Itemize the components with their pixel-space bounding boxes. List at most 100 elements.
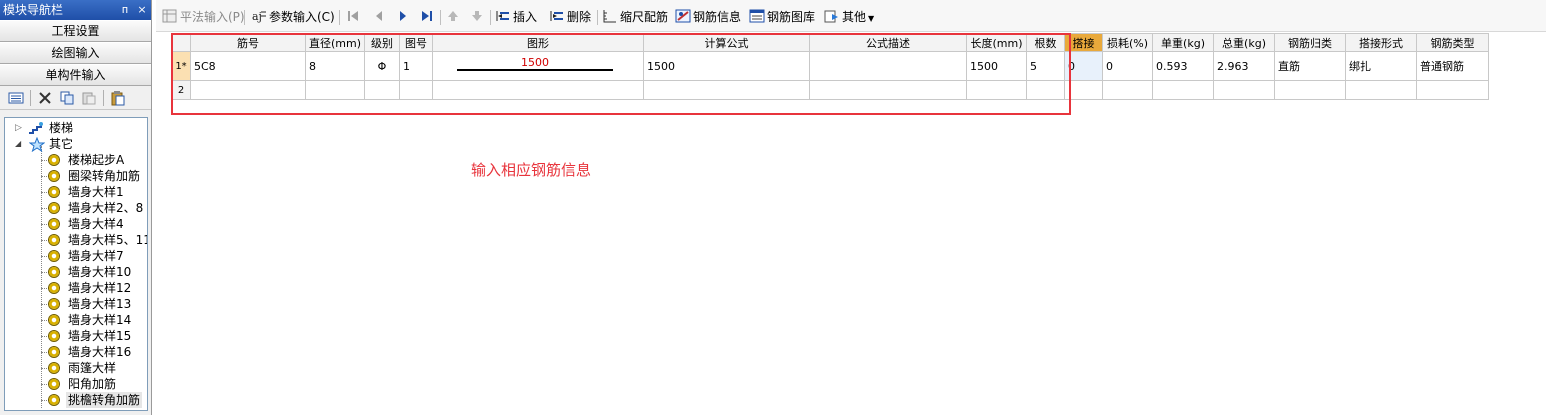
other-menu-button[interactable]: 其他 ▼ xyxy=(824,8,874,26)
col-header-tuxing[interactable]: 图形 xyxy=(432,33,645,52)
tree-item[interactable]: 楼梯起步A xyxy=(5,152,147,168)
col-header-gongshi[interactable]: 计算公式 xyxy=(643,33,811,52)
tree-item[interactable]: 墙身大样10 xyxy=(5,264,147,280)
tree-item[interactable]: 雨篷大样 xyxy=(5,360,147,376)
cell-gongshi[interactable] xyxy=(643,80,811,100)
nav-section-single-component-input[interactable]: 单构件输入 xyxy=(0,64,151,86)
col-header-dajie[interactable]: 搭接 xyxy=(1064,33,1104,52)
tree-item-label: 墙身大样4 xyxy=(68,217,124,231)
cell-changdu[interactable]: 1500 xyxy=(966,51,1028,81)
cell-miaoshu[interactable] xyxy=(809,51,968,81)
tree-item[interactable]: 墙身大样5、11 xyxy=(5,232,147,248)
col-header-zongzhong[interactable]: 总重(kg) xyxy=(1213,33,1276,52)
pin-icon[interactable]: ᴨ xyxy=(118,2,132,17)
col-header-jibie[interactable]: 级别 xyxy=(364,33,401,52)
delete-icon[interactable] xyxy=(37,90,53,106)
cell-jinhao[interactable]: 5C8 xyxy=(190,51,306,81)
cell-danzhong[interactable] xyxy=(1152,80,1215,100)
cell-tuxing[interactable]: 1500 xyxy=(432,51,645,81)
cell-changdu[interactable] xyxy=(966,80,1028,100)
cell-dajie[interactable]: 0 xyxy=(1064,51,1104,81)
tree-item-label: 墙身大样13 xyxy=(68,297,132,311)
cell-leixing[interactable] xyxy=(1416,80,1490,100)
first-record-icon[interactable] xyxy=(346,8,360,26)
tree-item[interactable]: 墙身大样7 xyxy=(5,248,147,264)
tree-item[interactable]: 阳角加筋 xyxy=(5,376,147,392)
table-row[interactable]: 1* 5C8 8 Φ 1 1500 1500 1500 5 0 0 0.593 … xyxy=(156,51,1490,81)
tree-item[interactable]: 墙身大样1 xyxy=(5,184,147,200)
cell-tuhao[interactable] xyxy=(399,80,434,100)
cell-jinhao[interactable] xyxy=(190,80,306,100)
cell-zongzhong[interactable] xyxy=(1213,80,1276,100)
pingfa-input-button[interactable]: 平法输入(P) xyxy=(162,8,245,26)
tree-group-stairs[interactable]: ▷ 楼梯 xyxy=(5,120,147,136)
col-header-danzhong[interactable]: 单重(kg) xyxy=(1152,33,1215,52)
tree-item[interactable]: 墙身大样15 xyxy=(5,328,147,344)
last-record-icon[interactable] xyxy=(420,8,434,26)
col-header-zhijing[interactable]: 直径(mm) xyxy=(304,33,366,52)
tree-item[interactable]: 墙身大样12 xyxy=(5,280,147,296)
tree-expander[interactable]: ▷ xyxy=(15,120,22,136)
cell-guilei[interactable] xyxy=(1274,80,1347,100)
copy-icon[interactable] xyxy=(59,90,75,106)
col-header-sunhao[interactable]: 损耗(%) xyxy=(1102,33,1154,52)
tree-item[interactable]: 墙身大样13 xyxy=(5,296,147,312)
tree-item[interactable]: 墙身大样2、8 xyxy=(5,200,147,216)
cell-genshu[interactable] xyxy=(1026,80,1066,100)
scale-rebar-button[interactable]: 缩尺配筋 xyxy=(602,8,668,26)
tree-item[interactable]: 圈梁转角加筋 xyxy=(5,168,147,184)
cell-sunhao[interactable] xyxy=(1102,80,1154,100)
list-view-icon[interactable] xyxy=(8,90,24,106)
cell-dajie-xingshi[interactable]: 绑扎 xyxy=(1345,51,1418,81)
cell-jibie[interactable] xyxy=(364,80,401,100)
cell-zhijing[interactable]: 8 xyxy=(304,51,366,81)
cell-zongzhong[interactable]: 2.963 xyxy=(1213,51,1276,81)
row-header[interactable]: 2 xyxy=(171,80,191,100)
tree-item[interactable]: 墙身大样16 xyxy=(5,344,147,360)
cell-danzhong[interactable]: 0.593 xyxy=(1152,51,1215,81)
col-header-dajie-xingshi[interactable]: 搭接形式 xyxy=(1345,33,1418,52)
col-header-miaoshu[interactable]: 公式描述 xyxy=(809,33,968,52)
cell-jibie[interactable]: Φ xyxy=(364,51,401,81)
col-header-leixing[interactable]: 钢筋类型 xyxy=(1416,33,1490,52)
move-up-icon[interactable] xyxy=(446,8,460,26)
nav-section-drawing-input[interactable]: 绘图输入 xyxy=(0,42,151,64)
cell-tuxing[interactable] xyxy=(432,80,645,100)
nav-section-project-settings[interactable]: 工程设置 xyxy=(0,20,151,42)
table-row[interactable]: 2 xyxy=(156,80,1490,100)
tree-item[interactable]: 墙身大样4 xyxy=(5,216,147,232)
cell-leixing[interactable]: 普通钢筋 xyxy=(1416,51,1490,81)
prev-record-icon[interactable] xyxy=(372,8,386,26)
cell-dajie[interactable] xyxy=(1064,80,1104,100)
rebar-info-button[interactable]: 钢筋信息 xyxy=(675,8,741,26)
delete-row-button[interactable]: 删除 xyxy=(549,8,591,26)
insert-row-button[interactable]: 插入 xyxy=(495,8,537,26)
col-header-changdu[interactable]: 长度(mm) xyxy=(966,33,1028,52)
col-header-jinhao[interactable]: 筋号 xyxy=(190,33,306,52)
clipboard-icon[interactable] xyxy=(110,90,126,106)
tree-item[interactable]: 挑檐转角加筋 xyxy=(5,392,147,408)
cell-gongshi[interactable]: 1500 xyxy=(643,51,811,81)
tree-item[interactable]: 墙身大样14 xyxy=(5,312,147,328)
cell-miaoshu[interactable] xyxy=(809,80,968,100)
rebar-library-button[interactable]: 钢筋图库 xyxy=(749,8,815,26)
param-icon: aj xyxy=(251,8,267,24)
row-header[interactable]: 1* xyxy=(171,51,191,81)
next-record-icon[interactable] xyxy=(396,8,410,26)
param-input-button[interactable]: aj 参数输入(C) xyxy=(251,8,335,26)
col-header-genshu[interactable]: 根数 xyxy=(1026,33,1066,52)
cell-dajie-xingshi[interactable] xyxy=(1345,80,1418,100)
tree-group-other[interactable]: ◢ 其它 xyxy=(5,136,147,153)
grid-corner[interactable] xyxy=(171,33,191,52)
col-header-tuhao[interactable]: 图号 xyxy=(399,33,434,52)
paste-disabled-icon[interactable] xyxy=(81,90,97,106)
col-header-guilei[interactable]: 钢筋归类 xyxy=(1274,33,1347,52)
cell-zhijing[interactable] xyxy=(304,80,366,100)
cell-guilei[interactable]: 直筋 xyxy=(1274,51,1347,81)
tree-expander[interactable]: ◢ xyxy=(15,136,21,152)
cell-genshu[interactable]: 5 xyxy=(1026,51,1066,81)
move-down-icon[interactable] xyxy=(470,8,484,26)
close-icon[interactable]: × xyxy=(135,2,149,17)
cell-tuhao[interactable]: 1 xyxy=(399,51,434,81)
cell-sunhao[interactable]: 0 xyxy=(1102,51,1154,81)
